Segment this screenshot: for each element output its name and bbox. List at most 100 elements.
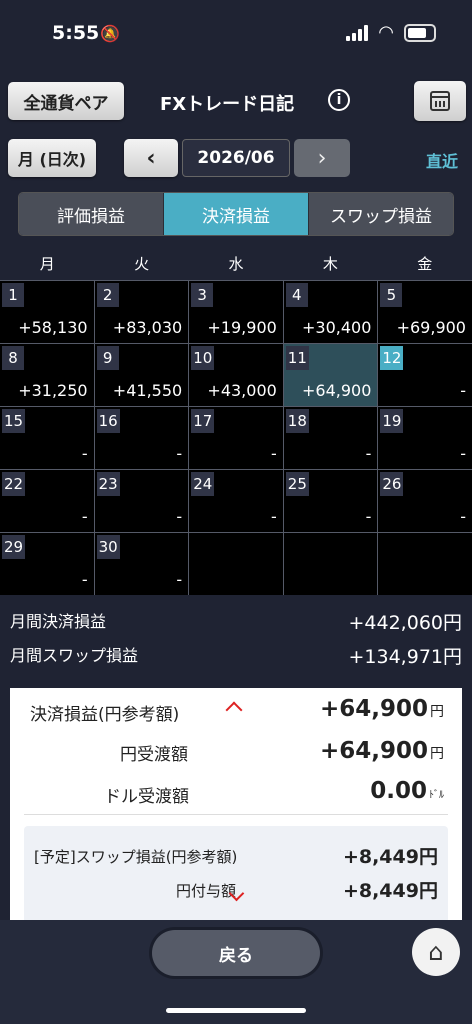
tab-swap-pl[interactable]: スワップ損益 [308, 193, 453, 235]
calendar-day-cell[interactable]: 16 - [94, 407, 189, 469]
calendar-day-cell [283, 533, 378, 595]
calendar-button[interactable] [414, 81, 466, 121]
day-number: 11 [285, 346, 309, 370]
signal-icon [346, 24, 369, 41]
detail-swap-label: [予定]スワップ損益(円参考額) [34, 848, 238, 866]
calendar-day-cell[interactable]: 10 +43,000 [189, 344, 283, 406]
status-bar: 5:55 🔕 ◠ [0, 0, 472, 70]
weekday-label: 月 [39, 254, 55, 273]
collapse-chevron-icon[interactable] [225, 701, 243, 719]
day-number: 17 [191, 409, 215, 433]
day-pl-value: - [460, 444, 466, 463]
weekday-label: 火 [134, 254, 150, 273]
day-pl-value: +19,900 [207, 318, 277, 337]
detail-yen-unit: 円 [430, 746, 444, 762]
calendar-day-cell[interactable]: 30 - [94, 533, 189, 595]
period-mode-button[interactable]: 月 (日次) [8, 139, 96, 177]
wifi-icon: ◠ [378, 22, 394, 43]
detail-usd-value-wrap: 0.00 ﾄﾞﾙ [370, 778, 444, 804]
calendar-day-cell[interactable]: 24 - [189, 470, 283, 532]
weekday-label: 水 [228, 254, 244, 273]
calendar-day-cell[interactable]: 3 +19,900 [189, 281, 283, 343]
weekday-label: 木 [322, 254, 338, 273]
header: 全通貨ペア FXトレード日記 i [0, 76, 472, 126]
calendar-day-cell[interactable]: 15 - [0, 407, 94, 469]
menu-fab-button[interactable]: ⌂ [412, 928, 460, 976]
currency-pair-button[interactable]: 全通貨ペア [8, 82, 124, 120]
detail-settled-value-wrap: +64,900 円 [320, 696, 444, 722]
calendar-day-cell[interactable]: 2 +83,030 [94, 281, 189, 343]
bottom-bar: 戻る ⌂ [0, 920, 472, 1024]
calendar-day-cell[interactable]: 1 +58,130 [0, 281, 94, 343]
divider [24, 814, 448, 815]
day-number: 15 [2, 409, 26, 433]
detail-yen-value: +64,900 [319, 738, 428, 764]
calendar-day-cell [189, 533, 283, 595]
day-pl-value: - [271, 444, 277, 463]
detail-grant-unit: 円 [418, 880, 438, 902]
day-pl-value: +41,550 [112, 381, 183, 400]
day-pl-value: - [365, 444, 372, 463]
day-pl-value: +30,400 [302, 318, 372, 337]
calendar-day-cell[interactable]: 12 - [378, 344, 472, 406]
detail-swap-unit: 円 [418, 846, 438, 868]
tab-valuation-pl[interactable]: 評価損益 [19, 193, 163, 235]
detail-yen-label: 円受渡額 [120, 745, 188, 765]
day-number: 2 [96, 283, 119, 307]
day-pl-value: - [176, 570, 183, 589]
calendar-day-cell[interactable]: 18 - [283, 407, 378, 469]
day-number: 25 [285, 472, 309, 496]
page-title: FXトレード日記 [160, 94, 295, 115]
calendar-day-cell[interactable]: 11 +64,900 [283, 344, 378, 406]
day-pl-value: +83,030 [112, 318, 183, 337]
day-number: 12 [380, 346, 404, 370]
day-detail-panel[interactable]: 決済損益(円参考額) +64,900 円 円受渡額 +64,900 円 ドル受渡額 … [10, 688, 462, 920]
detail-swap-value-wrap: +8,449円 [343, 842, 438, 869]
day-number: 5 [380, 283, 403, 307]
info-icon[interactable]: i [328, 89, 350, 111]
monthly-swap-row: 月間スワップ損益 +134,971円 [10, 642, 462, 669]
calendar-day-cell[interactable]: 17 - [189, 407, 283, 469]
monthly-settled-row: 月間決済損益 +442,060円 [10, 608, 462, 635]
day-pl-value: - [176, 507, 183, 526]
next-month-button[interactable]: › [294, 139, 350, 177]
back-button[interactable]: 戻る [152, 930, 320, 976]
day-pl-value: +31,250 [18, 381, 88, 400]
calendar-day-cell[interactable]: 8 +31,250 [0, 344, 94, 406]
pl-type-tabs: 評価損益 決済損益 スワップ損益 [18, 192, 454, 236]
day-number: 24 [191, 472, 215, 496]
detail-settled-label: 決済損益(円参考額) [30, 705, 180, 725]
calendar-day-cell[interactable]: 4 +30,400 [283, 281, 378, 343]
day-number: 4 [285, 283, 308, 307]
calendar-day-cell[interactable]: 23 - [94, 470, 189, 532]
calendar-grid: 1 +58,130 2 +83,030 3 +19,900 4 +30,400 5 +69,900… [0, 280, 472, 595]
day-number: 26 [380, 472, 404, 496]
recent-link[interactable]: 直近 [426, 148, 458, 172]
detail-swap-value: +8,449 [342, 846, 419, 868]
day-number: 29 [2, 535, 26, 559]
calendar-day-cell[interactable]: 9 +41,550 [94, 344, 189, 406]
day-number: 9 [96, 346, 119, 370]
calendar-day-cell[interactable]: 29 - [0, 533, 94, 595]
day-number: 16 [96, 409, 120, 433]
detail-settled-unit: 円 [430, 704, 444, 720]
day-pl-value: - [176, 444, 183, 463]
calendar-day-cell[interactable]: 5 +69,900 [378, 281, 472, 343]
day-pl-value: - [271, 507, 277, 526]
status-time: 5:55 [52, 22, 100, 44]
day-number: 3 [191, 283, 214, 307]
monthly-summary: 月間決済損益 +442,060円 月間スワップ損益 +134,971円 [0, 600, 472, 678]
current-month-field[interactable]: 2026/06 [182, 139, 290, 177]
calendar-day-cell[interactable]: 22 - [0, 470, 94, 532]
calendar-day-cell[interactable]: 25 - [283, 470, 378, 532]
day-pl-value: +69,900 [396, 318, 466, 337]
calendar-day-cell [378, 533, 472, 595]
prev-month-button[interactable]: ‹ [124, 139, 178, 177]
day-pl-value: +43,000 [207, 381, 277, 400]
calendar-day-cell[interactable]: 19 - [378, 407, 472, 469]
day-number: 18 [285, 409, 309, 433]
day-number: 30 [96, 535, 120, 559]
tab-settled-pl[interactable]: 決済損益 [163, 193, 308, 235]
calendar-day-cell[interactable]: 26 - [378, 470, 472, 532]
monthly-swap-label: 月間スワップ損益 [10, 646, 139, 665]
